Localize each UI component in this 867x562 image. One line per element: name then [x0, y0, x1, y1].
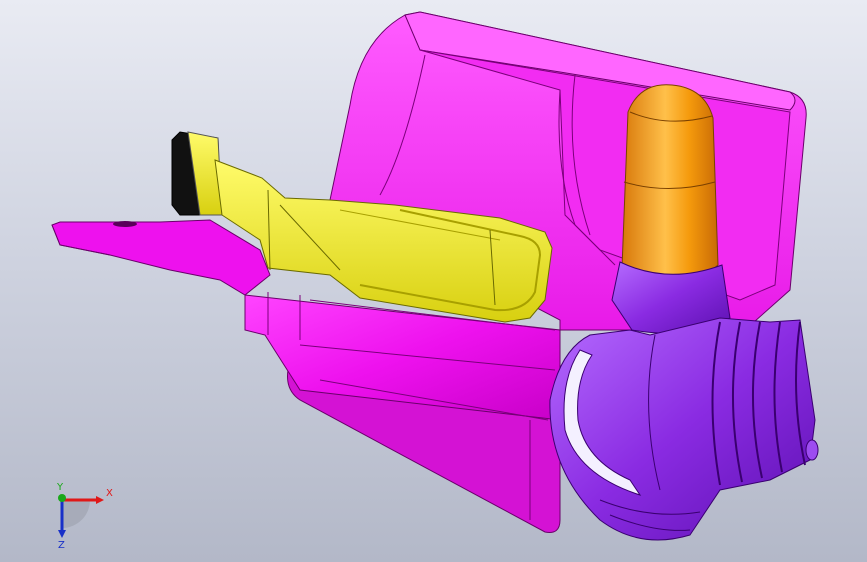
triad-plane-icon: [62, 500, 90, 528]
y-axis-dot-icon: [58, 494, 66, 502]
mounting-flange[interactable]: [51, 219, 271, 296]
cad-3d-viewport[interactable]: X Y Z: [0, 0, 867, 562]
z-axis-label: Z: [58, 540, 65, 548]
x-axis-label: X: [106, 488, 113, 499]
filler-cap[interactable]: [621, 84, 719, 283]
y-axis-label: Y: [56, 482, 64, 493]
axis-triad: X Y Z: [56, 482, 113, 548]
cad-model-canvas[interactable]: [0, 0, 867, 562]
